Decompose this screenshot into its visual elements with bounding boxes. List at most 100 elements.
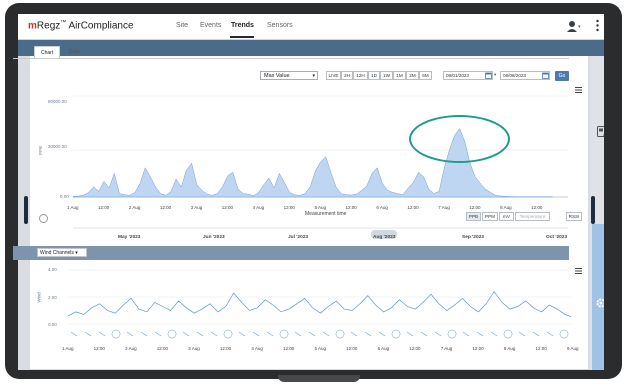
unit-temperature-button[interactable]: Temperature (515, 212, 550, 221)
x-tick-label: 5 Aug (314, 205, 327, 210)
wind-direction-arrow (84, 331, 92, 337)
navigator-month-label[interactable]: May '2023 (118, 235, 140, 240)
top-navigation-bar: mRegz™ AirCompliance Site Events Trends … (18, 14, 604, 40)
vertical-dots-icon[interactable] (596, 19, 599, 32)
range-1w-button[interactable]: 1W (380, 71, 393, 80)
calendar-icon[interactable] (542, 72, 549, 79)
wind-y-tick-label: 4.00 (48, 267, 57, 272)
wind-direction-arrow (252, 331, 260, 337)
y-tick-label: 0.00 (60, 194, 69, 199)
aggregation-select[interactable]: Max Value ▾ (260, 71, 318, 80)
wind-speed-series (67, 290, 571, 317)
wind-x-tick-label: 12:00 (156, 346, 168, 351)
wind-x-tick-label: 6 Aug (377, 346, 390, 351)
x-tick-label: 12:00 (159, 205, 172, 210)
navigator-month-label[interactable]: Oct '2023 (546, 235, 567, 240)
wind-x-tick-label: 8 Aug (503, 346, 516, 351)
user-caret: ▾ (578, 24, 581, 30)
tab-data[interactable]: Data (63, 46, 86, 58)
wind-direction-arrow (518, 331, 526, 337)
wind-direction-arrow (490, 331, 498, 337)
range-6m-button[interactable]: 6M (419, 71, 432, 80)
wind-x-tick-label: 12:00 (93, 346, 105, 351)
right-drawer-handle[interactable] (591, 196, 595, 224)
wind-direction-marker (335, 329, 345, 339)
range-1d-button[interactable]: 1D (368, 71, 380, 80)
navigator-month-label[interactable]: Aug '2023 (373, 235, 395, 240)
tab-divider (13, 58, 569, 59)
chart-menu-icon[interactable] (575, 87, 582, 93)
navigator-month-label[interactable]: Jun '2023 (203, 235, 225, 240)
calendar-icon[interactable] (485, 72, 492, 79)
chevron-down-icon: ▾ (75, 250, 78, 256)
sensor-device-icon[interactable] (597, 126, 604, 138)
wind-direction-arrow (420, 331, 428, 337)
wind-direction-marker (279, 329, 289, 339)
wind-direction-arrow (546, 331, 554, 337)
wind-x-tick-label: 12:00 (346, 346, 358, 351)
wind-direction-arrow (308, 331, 316, 337)
range-2m-button[interactable]: 2M (406, 71, 419, 80)
wind-direction-arrow (322, 331, 330, 337)
range-live-button[interactable]: LIVE (326, 71, 341, 80)
x-tick-label: 12:00 (283, 205, 295, 210)
x-tick-label: 12:00 (407, 205, 419, 210)
x-tick-label: 12:00 (531, 205, 543, 210)
nav-events[interactable]: Events (200, 22, 221, 29)
unit-mv-button[interactable]: mV (499, 212, 514, 221)
wind-direction-marker (111, 329, 121, 339)
wind-trend-chart (67, 269, 571, 339)
wind-direction-arrow (70, 331, 78, 337)
wind-section-header (13, 246, 569, 260)
wind-direction-arrow (462, 331, 470, 337)
wind-direction-arrow (98, 331, 106, 337)
navigator-month-label[interactable]: Sep '2023 (462, 235, 484, 240)
x-tick-label: 7 Aug (438, 205, 450, 210)
y-axis-title: PPB (38, 145, 44, 156)
x-tick-label: 1 Aug (67, 205, 79, 210)
reset-zoom-icon[interactable] (39, 214, 48, 223)
wind-x-tick-label: 12:00 (535, 346, 547, 351)
range-12h-button[interactable]: 12H (353, 71, 368, 80)
wind-y-tick-label: 2.00 (48, 295, 57, 300)
wind-direction-marker (447, 329, 457, 339)
wind-direction-arrow (476, 331, 484, 337)
wind-direction-marker (167, 329, 177, 339)
chevron-down-icon: ▾ (312, 73, 315, 79)
x-tick-label: 8 Aug (500, 205, 512, 210)
range-2h-button[interactable]: 2H (341, 71, 353, 80)
active-nav-indicator (230, 36, 254, 38)
range-1m-button[interactable]: 1M (393, 71, 406, 80)
wind-direction-arrow (126, 331, 134, 337)
wind-chart-menu-icon[interactable] (575, 268, 582, 274)
x-tick-label: 3 Aug (190, 205, 203, 210)
x-tick-label: 2 Aug (128, 205, 141, 210)
y-tick-label: 30000.00 (48, 144, 67, 149)
wind-direction-arrow (238, 331, 246, 337)
x-axis-title: Measurement time (305, 211, 347, 217)
wind-x-tick-label: 12:00 (409, 346, 421, 351)
go-button[interactable]: Go (555, 71, 569, 81)
gear-icon[interactable] (595, 297, 604, 309)
wind-x-tick-label: 12:00 (219, 346, 232, 351)
nav-sensors[interactable]: Sensors (267, 22, 293, 29)
wind-direction-marker (391, 329, 401, 339)
wind-direction-marker (223, 329, 233, 339)
highlight-annotation (409, 115, 510, 163)
user-icon[interactable]: ▾ (567, 20, 581, 32)
wind-channels-select[interactable]: Wind Channels ▾ (37, 248, 87, 257)
device-home-bar (278, 375, 360, 382)
wind-direction-arrow (294, 331, 302, 337)
rssi-button[interactable]: RSSI (566, 212, 582, 221)
nav-site[interactable]: Site (176, 22, 188, 29)
navigator-month-label[interactable]: Jul '2023 (288, 235, 308, 240)
x-tick-label: 12:00 (345, 205, 357, 210)
wind-x-tick-label: 5 Aug (314, 346, 327, 351)
nav-trends[interactable]: Trends (231, 22, 254, 29)
unit-ppm-button[interactable]: PPM (482, 212, 498, 221)
unit-ppb-button[interactable]: PPB (466, 212, 481, 221)
app-logo[interactable]: mRegz™ AirCompliance (28, 20, 134, 31)
wind-x-tick-label: 9 Aug (567, 346, 579, 351)
wind-direction-arrow (154, 331, 162, 337)
date-range-separator: ▾ (494, 72, 497, 77)
